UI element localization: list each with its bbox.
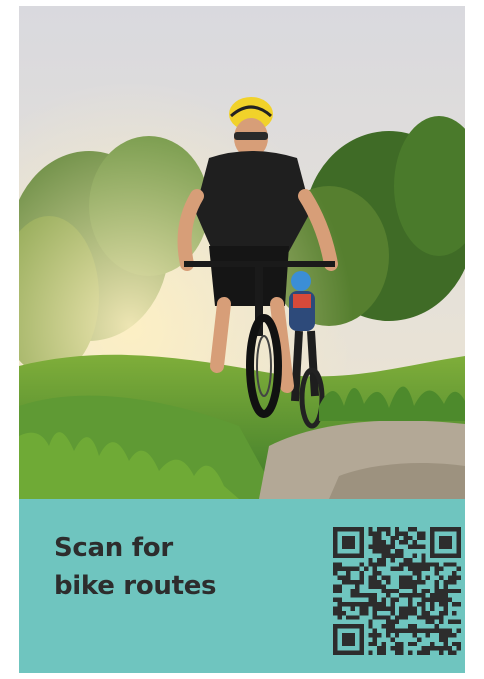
cyclists-photo: [19, 6, 465, 499]
scan-banner: Scan for bike routes: [19, 499, 465, 673]
poster-card: Scan for bike routes: [19, 6, 465, 673]
qr-code-icon[interactable]: [333, 527, 461, 655]
scan-call-to-action: Scan for bike routes: [54, 529, 274, 605]
cta-line-2: bike routes: [54, 571, 217, 601]
cta-line-1: Scan for: [54, 533, 173, 563]
